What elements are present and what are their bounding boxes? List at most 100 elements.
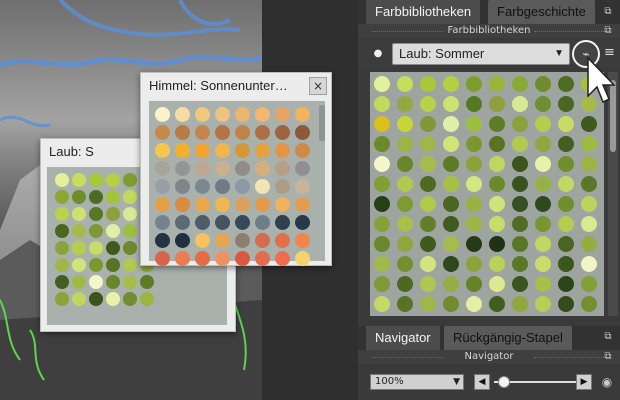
color-swatch[interactable] xyxy=(466,276,482,292)
color-swatch[interactable] xyxy=(420,76,436,92)
color-swatch[interactable] xyxy=(55,173,69,187)
color-swatch[interactable] xyxy=(255,251,270,266)
color-swatch[interactable] xyxy=(581,176,597,192)
color-swatch[interactable] xyxy=(489,76,505,92)
color-swatch[interactable] xyxy=(55,190,69,204)
color-swatch[interactable] xyxy=(195,233,210,248)
color-swatch[interactable] xyxy=(106,292,120,306)
himmel-palette-window[interactable]: Himmel: Sonnenunter… × xyxy=(140,72,332,266)
color-swatch[interactable] xyxy=(443,156,459,172)
color-swatch[interactable] xyxy=(466,136,482,152)
color-swatch[interactable] xyxy=(295,161,310,176)
color-swatch[interactable] xyxy=(175,143,190,158)
color-swatch[interactable] xyxy=(106,258,120,272)
color-swatch[interactable] xyxy=(235,251,250,266)
color-swatch[interactable] xyxy=(558,196,574,212)
color-swatch[interactable] xyxy=(255,179,270,194)
color-swatch[interactable] xyxy=(489,156,505,172)
color-swatch[interactable] xyxy=(535,296,551,312)
color-swatch[interactable] xyxy=(106,190,120,204)
color-swatch[interactable] xyxy=(397,116,413,132)
color-swatch[interactable] xyxy=(535,76,551,92)
color-swatch[interactable] xyxy=(275,215,290,230)
color-swatch[interactable] xyxy=(123,258,137,272)
color-swatch[interactable] xyxy=(466,156,482,172)
color-swatch[interactable] xyxy=(466,236,482,252)
color-swatch[interactable] xyxy=(443,296,459,312)
color-swatch[interactable] xyxy=(512,216,528,232)
color-swatch[interactable] xyxy=(275,107,290,122)
color-swatch[interactable] xyxy=(420,196,436,212)
color-swatch[interactable] xyxy=(535,96,551,112)
color-swatch[interactable] xyxy=(512,256,528,272)
color-swatch[interactable] xyxy=(535,176,551,192)
color-swatch[interactable] xyxy=(295,179,310,194)
color-swatch[interactable] xyxy=(443,276,459,292)
color-swatch[interactable] xyxy=(489,236,505,252)
color-swatch[interactable] xyxy=(175,107,190,122)
color-swatch[interactable] xyxy=(374,256,390,272)
color-swatch[interactable] xyxy=(581,276,597,292)
color-swatch[interactable] xyxy=(295,233,310,248)
color-swatch[interactable] xyxy=(420,96,436,112)
color-swatch[interactable] xyxy=(512,76,528,92)
color-swatch[interactable] xyxy=(443,76,459,92)
color-swatch[interactable] xyxy=(581,296,597,312)
color-swatch[interactable] xyxy=(155,125,170,140)
color-swatch[interactable] xyxy=(235,125,250,140)
color-swatch[interactable] xyxy=(466,96,482,112)
color-swatch[interactable] xyxy=(255,143,270,158)
color-swatch[interactable] xyxy=(558,176,574,192)
user-icon[interactable]: ● xyxy=(372,48,384,60)
color-swatch[interactable] xyxy=(235,161,250,176)
color-swatch[interactable] xyxy=(374,276,390,292)
color-swatch[interactable] xyxy=(489,176,505,192)
color-swatch[interactable] xyxy=(489,96,505,112)
color-swatch[interactable] xyxy=(215,125,230,140)
color-swatch[interactable] xyxy=(535,156,551,172)
float-icon[interactable]: ⧉ xyxy=(602,331,614,343)
color-swatch[interactable] xyxy=(255,107,270,122)
color-swatch[interactable] xyxy=(295,143,310,158)
color-swatch[interactable] xyxy=(55,258,69,272)
color-swatch[interactable] xyxy=(123,224,137,238)
color-swatch[interactable] xyxy=(195,215,210,230)
color-swatch[interactable] xyxy=(72,207,86,221)
color-swatch[interactable] xyxy=(123,190,137,204)
color-swatch[interactable] xyxy=(443,136,459,152)
color-swatch[interactable] xyxy=(374,196,390,212)
himmel-scrollbar[interactable] xyxy=(319,105,325,141)
color-swatch[interactable] xyxy=(374,116,390,132)
color-swatch[interactable] xyxy=(106,224,120,238)
color-swatch[interactable] xyxy=(466,116,482,132)
color-swatch[interactable] xyxy=(123,241,137,255)
color-swatch[interactable] xyxy=(466,256,482,272)
color-swatch[interactable] xyxy=(397,96,413,112)
color-swatch[interactable] xyxy=(255,161,270,176)
color-swatch[interactable] xyxy=(581,116,597,132)
color-swatch[interactable] xyxy=(215,143,230,158)
color-swatch[interactable] xyxy=(235,143,250,158)
color-swatch[interactable] xyxy=(535,196,551,212)
panel-scrollbar[interactable] xyxy=(608,72,618,316)
color-swatch[interactable] xyxy=(155,107,170,122)
color-swatch[interactable] xyxy=(581,196,597,212)
color-swatch[interactable] xyxy=(535,256,551,272)
color-swatch[interactable] xyxy=(235,215,250,230)
color-swatch[interactable] xyxy=(255,215,270,230)
eye-icon[interactable]: ◉ xyxy=(598,374,616,390)
color-swatch[interactable] xyxy=(466,296,482,312)
color-swatch[interactable] xyxy=(255,233,270,248)
color-swatch[interactable] xyxy=(295,125,310,140)
color-swatch[interactable] xyxy=(89,275,103,289)
color-swatch[interactable] xyxy=(374,176,390,192)
color-swatch[interactable] xyxy=(558,216,574,232)
color-swatch[interactable] xyxy=(558,156,574,172)
color-swatch[interactable] xyxy=(255,125,270,140)
float-icon[interactable]: ⧉ xyxy=(602,351,614,363)
color-swatch[interactable] xyxy=(89,190,103,204)
color-swatch[interactable] xyxy=(215,197,230,212)
color-swatch[interactable] xyxy=(295,197,310,212)
color-swatch[interactable] xyxy=(155,233,170,248)
color-swatch[interactable] xyxy=(512,236,528,252)
